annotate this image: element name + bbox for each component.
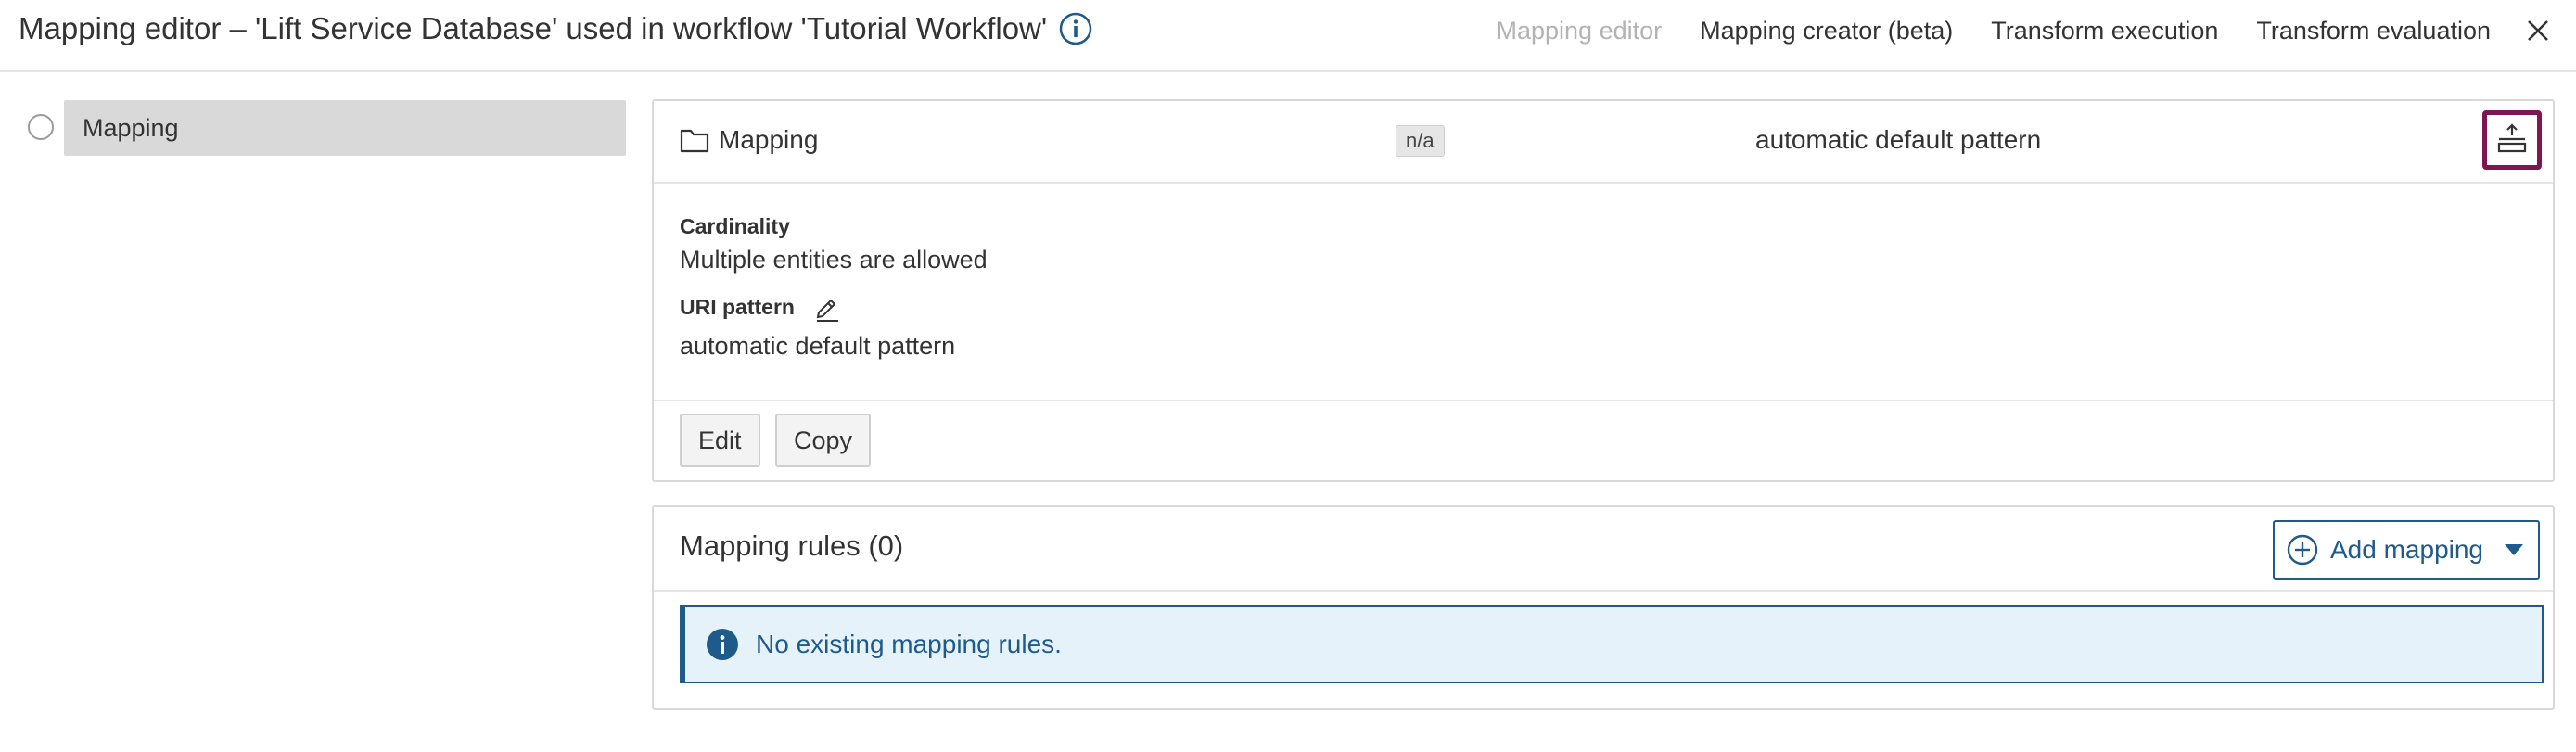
card-divider: [654, 400, 2553, 401]
pencil-icon[interactable]: [813, 296, 841, 328]
tab-mapping-editor[interactable]: Mapping editor: [1497, 17, 1663, 45]
mapping-rules-header: Mapping rules (0) Add mapping: [654, 507, 2553, 592]
sidebar-item-label: Mapping: [83, 113, 179, 142]
tab-transform-evaluation[interactable]: Transform evaluation: [2256, 17, 2491, 45]
collapse-up-icon: [2496, 122, 2528, 159]
folder-icon: [680, 126, 709, 159]
uri-pattern-summary: automatic default pattern: [1755, 125, 2042, 154]
add-mapping-label: Add mapping: [2330, 535, 2484, 564]
uri-pattern-value: automatic default pattern: [680, 332, 956, 360]
sidebar-item-radio[interactable]: [28, 114, 54, 140]
close-icon[interactable]: [2526, 19, 2550, 43]
plus-circle-icon: [2286, 533, 2319, 567]
uri-pattern-label: URI pattern: [680, 295, 795, 319]
cardinality-label: Cardinality: [680, 214, 790, 238]
edit-button[interactable]: Edit: [680, 414, 760, 467]
mapping-details-card: Mapping n/a automatic default pattern Ca…: [652, 99, 2555, 482]
mapping-rules-title: Mapping rules (0): [680, 529, 904, 562]
tab-transform-execution[interactable]: Transform execution: [1991, 17, 2218, 45]
mapping-card-header: Mapping n/a automatic default pattern: [654, 101, 2553, 184]
caret-down-icon[interactable]: [2504, 543, 2524, 556]
info-icon: [706, 628, 739, 661]
type-badge: n/a: [1396, 125, 1445, 157]
info-circle-icon[interactable]: [1058, 11, 1093, 46]
cardinality-value: Multiple entities are allowed: [680, 246, 988, 274]
header-nav: Mapping editor Mapping creator (beta) Tr…: [1497, 0, 2576, 61]
add-mapping-button[interactable]: Add mapping: [2273, 520, 2540, 580]
tab-mapping-creator[interactable]: Mapping creator (beta): [1700, 17, 1953, 45]
mapping-card-title: Mapping: [719, 125, 819, 154]
app-header: Mapping editor – 'Lift Service Database'…: [0, 0, 2576, 72]
page-title: Mapping editor – 'Lift Service Database'…: [19, 11, 1093, 46]
page-title-text: Mapping editor – 'Lift Service Database'…: [19, 11, 1048, 45]
mapping-rules-card: Mapping rules (0) Add mapping No existin…: [652, 505, 2555, 710]
sidebar-item-mapping[interactable]: Mapping: [64, 100, 626, 156]
copy-button[interactable]: Copy: [775, 414, 872, 467]
empty-rules-notice: No existing mapping rules.: [680, 605, 2544, 683]
collapse-button[interactable]: [2482, 110, 2542, 170]
empty-rules-message: No existing mapping rules.: [756, 630, 1062, 658]
